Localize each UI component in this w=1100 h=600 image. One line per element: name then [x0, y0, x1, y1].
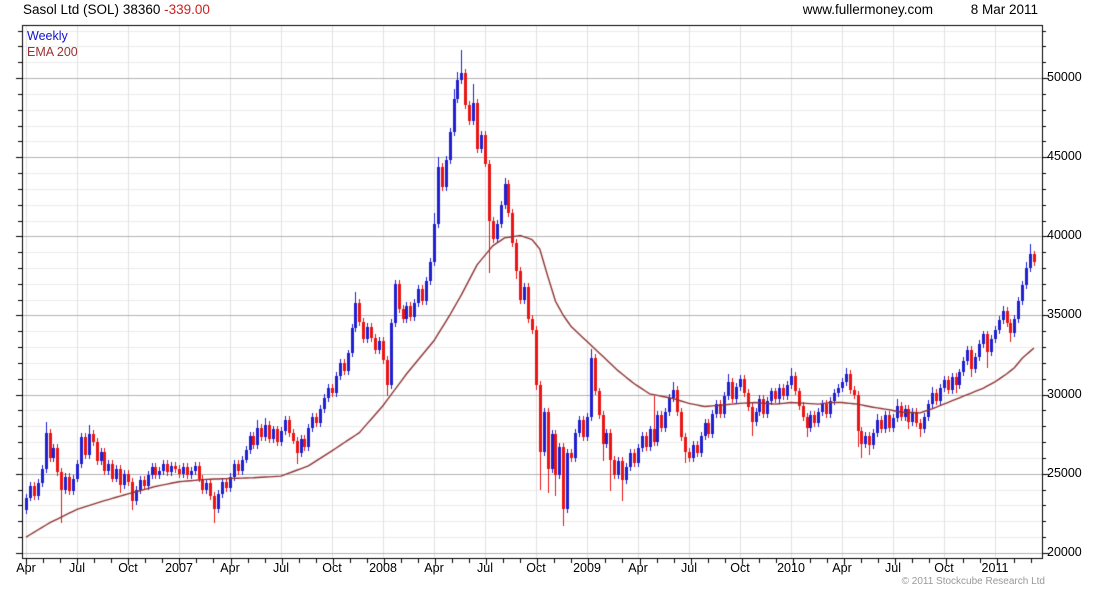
legend: Weekly EMA 200 [27, 28, 78, 60]
chart-date: 8 Mar 2011 [970, 2, 1038, 17]
x-axis-label: Jul [681, 561, 697, 575]
x-axis-label: Apr [220, 561, 240, 575]
last-price: 38360 [122, 2, 161, 17]
copyright-notice: © 2011 Stockcube Research Ltd [901, 576, 1045, 587]
x-axis-label: 2009 [573, 561, 601, 575]
site-url: www.fullermoney.com [802, 2, 933, 17]
y-axis-label: 30000 [1047, 386, 1082, 401]
x-axis-label: Jul [273, 561, 289, 575]
instrument-name: Sasol Ltd (SOL) [23, 2, 120, 17]
x-axis-label: 2008 [369, 561, 397, 575]
x-axis-label: 2007 [165, 561, 193, 575]
y-axis-label: 50000 [1047, 70, 1082, 85]
x-axis-label: 2010 [777, 561, 805, 575]
x-axis-label: Apr [628, 561, 648, 575]
y-axis-label: 40000 [1047, 228, 1082, 243]
x-axis-label: Oct [730, 561, 750, 575]
x-axis-label: Apr [424, 561, 444, 575]
legend-weekly: Weekly [27, 29, 68, 43]
x-axis-label: Oct [118, 561, 138, 575]
y-axis-label: 45000 [1047, 149, 1082, 164]
x-axis-label: Oct [526, 561, 546, 575]
y-axis-label: 25000 [1047, 465, 1082, 480]
price-change: -339.00 [164, 2, 210, 17]
price-chart-canvas [0, 0, 1100, 600]
x-axis-label: Jul [69, 561, 85, 575]
x-axis-label: Oct [934, 561, 954, 575]
y-axis-label: 20000 [1047, 544, 1082, 559]
x-axis-label: Oct [322, 561, 342, 575]
x-axis-label: Apr [16, 561, 36, 575]
x-axis-label: Apr [832, 561, 852, 575]
legend-ema-200: EMA 200 [27, 45, 78, 59]
y-axis-label: 35000 [1047, 307, 1082, 322]
x-axis-label: Jul [885, 561, 901, 575]
chart-title: Sasol Ltd (SOL) 38360 -339.00 [23, 2, 210, 17]
stock-chart-page: { "header": { "instrument": "Sasol Ltd (… [0, 0, 1100, 600]
x-axis-label: 2011 [981, 561, 1009, 575]
x-axis-label: Jul [477, 561, 493, 575]
